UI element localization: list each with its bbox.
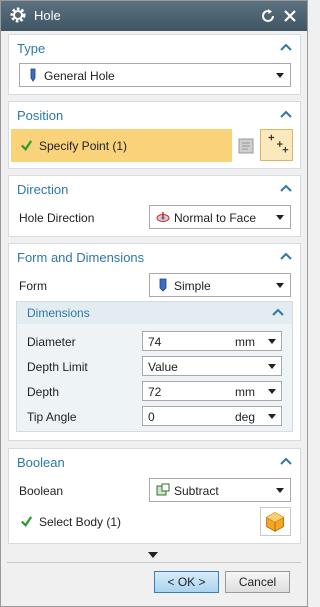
hole-dialog: Hole Type General Hole Position Specify … — [0, 0, 308, 607]
type-section-header[interactable]: Type — [9, 35, 300, 61]
collapse-icon[interactable] — [280, 457, 292, 465]
chevron-down-icon — [268, 339, 276, 344]
solid-body-icon — [266, 512, 284, 532]
chevron-down-icon — [268, 414, 276, 419]
boolean-section-title: Boolean — [17, 455, 65, 470]
form-value: Simple — [174, 279, 211, 293]
gear-icon[interactable] — [9, 6, 27, 24]
boolean-value: Subtract — [174, 484, 219, 498]
subtract-icon — [156, 483, 170, 496]
form-select[interactable]: Simple — [149, 273, 291, 297]
hole-direction-value: Normal to Face — [174, 211, 257, 225]
expand-more-icon — [148, 552, 158, 558]
collapse-icon[interactable] — [280, 252, 292, 260]
position-section: Position Specify Point (1) — [8, 101, 301, 169]
chevron-down-icon — [276, 488, 284, 493]
dimensions-subsection: Dimensions Diameter 74 mm Depth Limit Va… — [16, 301, 293, 432]
form-dimensions-section: Form and Dimensions Form Simple Dimensio… — [8, 243, 301, 441]
chevron-down-icon — [276, 283, 284, 288]
hole-direction-select[interactable]: Normal to Face — [149, 205, 291, 229]
cancel-button[interactable]: Cancel — [225, 571, 290, 593]
checkmark-icon — [21, 516, 33, 527]
close-icon[interactable] — [282, 8, 298, 24]
footer-divider — [7, 562, 301, 563]
depth-value: 72 — [148, 385, 162, 399]
depth-unit: mm — [235, 385, 255, 399]
chevron-down-icon — [276, 73, 284, 78]
boolean-section-header[interactable]: Boolean — [9, 449, 300, 475]
dimensions-title: Dimensions — [27, 306, 90, 320]
boolean-select[interactable]: Subtract — [149, 478, 291, 502]
point-icon — [268, 134, 289, 153]
specify-point-row[interactable]: Specify Point (1) — [11, 129, 232, 162]
direction-section: Direction Hole Direction Normal to Face — [8, 175, 301, 237]
select-body-label: Select Body (1) — [39, 515, 122, 529]
direction-section-title: Direction — [17, 182, 69, 197]
depth-field[interactable]: 72 mm — [142, 381, 282, 401]
ok-button[interactable]: < OK > — [154, 571, 219, 593]
chevron-down-icon — [268, 389, 276, 394]
dialog-title: Hole — [34, 8, 61, 23]
chevron-down-icon — [276, 215, 284, 220]
tip-angle-value: 0 — [148, 410, 155, 424]
collapse-icon[interactable] — [280, 43, 292, 51]
chevron-down-icon — [268, 364, 276, 369]
point-button[interactable] — [260, 129, 293, 161]
depth-limit-select[interactable]: Value — [142, 356, 282, 376]
hole-type-value: General Hole — [44, 69, 115, 83]
boolean-section: Boolean Boolean Subtract Select Body (1) — [8, 448, 301, 544]
diameter-label: Diameter — [27, 335, 76, 349]
depth-label: Depth — [27, 385, 60, 399]
position-section-title: Position — [17, 108, 64, 123]
form-label: Form — [19, 279, 47, 293]
point-dialog-button[interactable] — [236, 136, 256, 156]
type-section: Type General Hole — [8, 34, 301, 95]
diameter-value: 74 — [148, 335, 162, 349]
depth-limit-label: Depth Limit — [27, 360, 88, 374]
specify-point-label: Specify Point (1) — [39, 139, 128, 153]
direction-section-header[interactable]: Direction — [9, 176, 300, 202]
diameter-field[interactable]: 74 mm — [142, 331, 282, 351]
collapse-icon[interactable] — [280, 184, 292, 192]
point-dialog-icon — [238, 138, 254, 154]
collapse-icon[interactable] — [272, 308, 284, 316]
form-section-title: Form and Dimensions — [17, 250, 145, 265]
simple-form-icon — [159, 278, 167, 292]
dimensions-header[interactable]: Dimensions — [17, 302, 292, 324]
position-section-header[interactable]: Position — [9, 102, 300, 128]
boolean-label: Boolean — [19, 484, 64, 498]
general-hole-icon — [30, 68, 36, 82]
title-bar: Hole — [1, 1, 307, 31]
normal-to-face-icon — [156, 212, 170, 222]
collapse-icon[interactable] — [280, 110, 292, 118]
checkmark-icon — [21, 140, 33, 151]
hole-type-select[interactable]: General Hole — [19, 63, 291, 87]
tip-angle-unit: deg — [234, 410, 255, 424]
more-options-toggle[interactable] — [145, 549, 161, 559]
depth-limit-value: Value — [148, 360, 178, 374]
tip-angle-field[interactable]: 0 deg — [142, 406, 282, 426]
select-body-button[interactable] — [260, 507, 291, 536]
hole-direction-label: Hole Direction — [19, 211, 95, 225]
type-section-title: Type — [17, 41, 46, 56]
select-body-row[interactable]: Select Body (1) — [11, 507, 231, 535]
form-section-header[interactable]: Form and Dimensions — [9, 244, 300, 270]
reset-icon[interactable] — [260, 8, 276, 24]
tip-angle-label: Tip Angle — [27, 410, 77, 424]
diameter-unit: mm — [235, 335, 255, 349]
